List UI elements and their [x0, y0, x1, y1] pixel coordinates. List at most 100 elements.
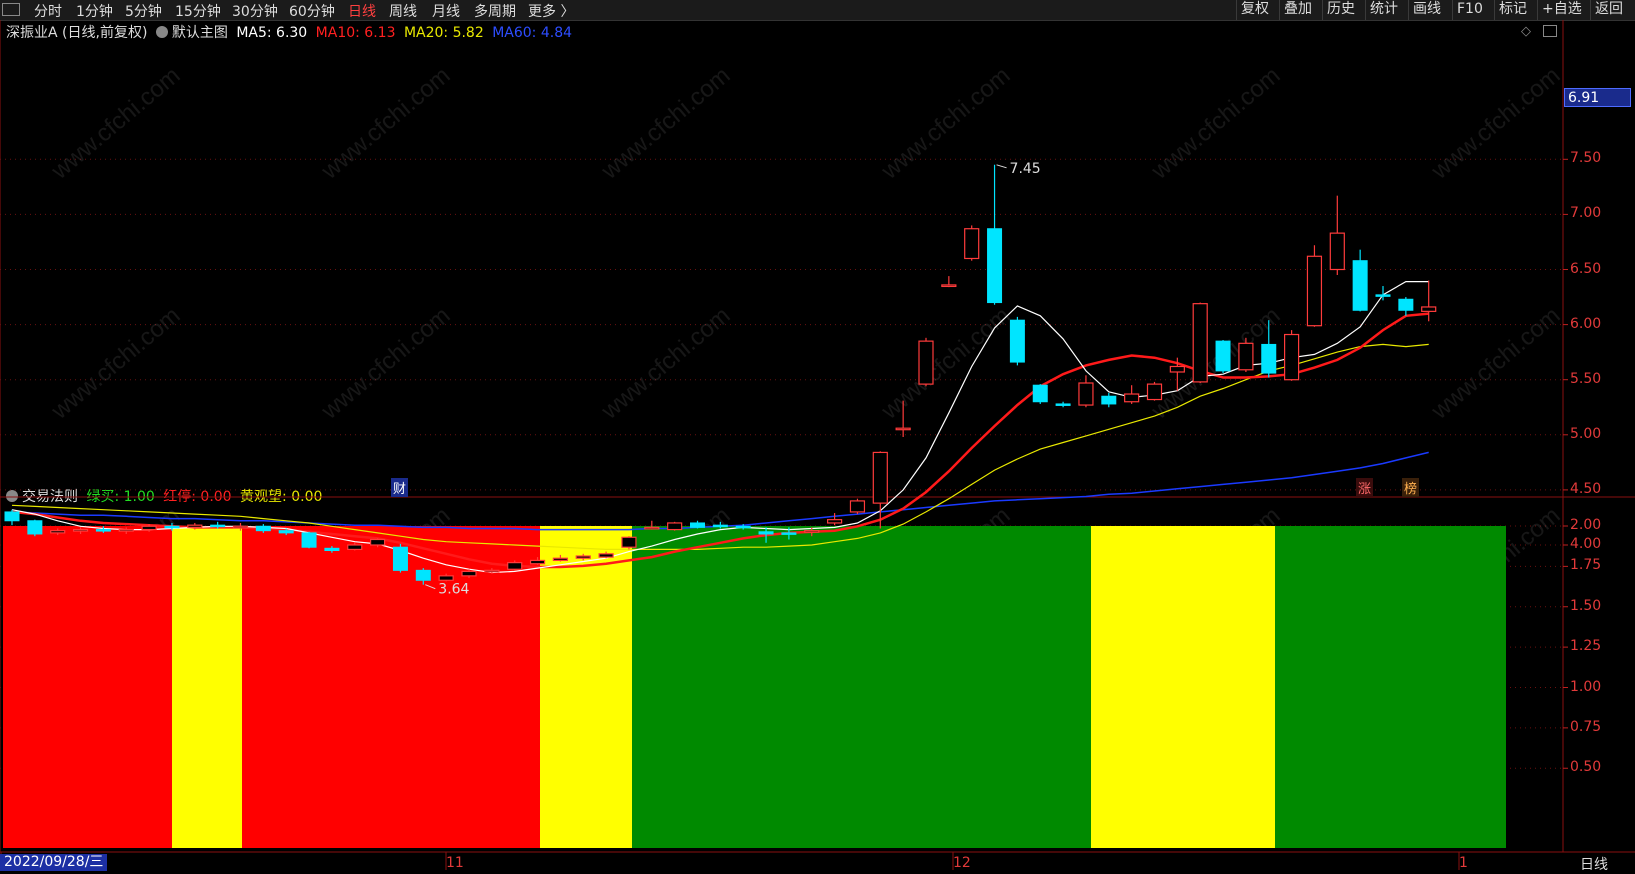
candle-body-up — [804, 530, 820, 533]
candle-body-up — [575, 555, 591, 559]
candle-body-down — [1215, 340, 1231, 372]
candle-body-down — [1352, 260, 1368, 311]
candle-body-down — [758, 531, 774, 535]
candle-body-up — [598, 553, 614, 558]
candle-body-down — [690, 522, 705, 528]
sub-y-tick-label: 1.00 — [1570, 678, 1602, 695]
month-tick-jan: 1 — [1459, 855, 1468, 871]
candle-body-down — [1398, 298, 1414, 311]
sub-y-tick-label: 0.50 — [1570, 759, 1602, 776]
ranking-marker[interactable]: 榜 — [1402, 478, 1420, 497]
candle-body-up — [872, 451, 888, 504]
candle-body-up — [1169, 365, 1185, 373]
candle-body-down — [4, 511, 20, 522]
candle-body-down — [301, 532, 317, 548]
candle-body-down — [210, 524, 226, 528]
candle-body-up — [849, 500, 866, 513]
main-y-tick-label: 6.50 — [1570, 260, 1602, 277]
candle-body-up — [370, 538, 386, 546]
candle-body-up — [141, 525, 157, 531]
indicator-segment-yellow — [1091, 526, 1275, 848]
candle-body-up — [826, 519, 843, 524]
candle-body-down — [415, 569, 431, 581]
candle-body-up — [895, 427, 911, 431]
candle-body-down — [164, 525, 180, 529]
main-y-tick-label: 5.50 — [1570, 370, 1602, 387]
candle-body-up — [50, 530, 66, 534]
candle-body-down — [1375, 294, 1391, 297]
indicator-segment-yellow — [172, 526, 242, 848]
start-date: 2022/09/28/三 — [0, 854, 108, 871]
candle-body-up — [1192, 303, 1208, 383]
candle-body-down — [781, 532, 797, 535]
candle-body-down — [392, 546, 408, 571]
low-price-label: 3.64 — [438, 582, 469, 598]
candle-body-down — [987, 228, 1003, 304]
sub-y-tick-label: 1.25 — [1570, 638, 1602, 655]
candle-body-down — [324, 547, 340, 552]
indicator-segment-yellow — [540, 526, 632, 848]
watermark-text: www.cfchi.com — [316, 62, 456, 185]
candle-body-down — [1032, 384, 1048, 403]
candle-body-down — [1261, 343, 1277, 374]
candle-body-up — [187, 524, 203, 528]
candle-body-up — [1283, 333, 1300, 381]
current-price-tag: 6.91 — [1564, 88, 1631, 107]
sub-y-tick-label: 1.75 — [1570, 557, 1602, 574]
period-label[interactable]: 日线 — [1580, 854, 1608, 874]
candle-body-up — [918, 340, 934, 385]
sub-y-tick-label: 2.00 — [1570, 517, 1602, 533]
candle-body-down — [1009, 319, 1025, 363]
candle-body-down — [712, 524, 728, 528]
candle-body-up — [621, 536, 637, 548]
candle-body-up — [667, 522, 683, 531]
kline-chart[interactable]: www.cfchi.com www.cfchi.com www.cfchi.com w… — [0, 0, 1635, 872]
limit-up-marker[interactable]: 涨 — [1356, 478, 1374, 497]
candle-body-down — [255, 525, 271, 532]
month-tick-nov: 11 — [446, 855, 464, 871]
main-y-tick-label: 7.00 — [1570, 205, 1602, 222]
watermark-text: www.cfchi.com — [46, 302, 186, 425]
candle-body-up — [644, 526, 660, 530]
candle-body-up — [1078, 382, 1094, 406]
watermark-text: www.cfchi.com — [876, 302, 1016, 425]
candle-body-up — [118, 528, 134, 532]
candle-body-up — [72, 528, 89, 532]
indicator-segment-green — [632, 526, 1091, 848]
candle-body-up — [552, 557, 569, 562]
candle-body-down — [95, 529, 111, 532]
candle-body-up — [1238, 342, 1254, 371]
high-pointer — [996, 164, 1007, 169]
candle-body-down — [1055, 403, 1071, 406]
candle-body-up — [964, 228, 980, 260]
main-y-tick-label: 5.00 — [1570, 425, 1602, 442]
main-y-tick-label: 7.50 — [1570, 150, 1602, 167]
sub-y-tick-label: 0.75 — [1570, 718, 1602, 735]
candle-body-up — [347, 544, 363, 551]
candle-body-up — [1306, 255, 1323, 327]
candle-body-down — [27, 520, 43, 535]
candle-body-up — [941, 284, 957, 288]
watermark-text: www.cfchi.com — [316, 302, 456, 425]
high-price-label: 7.45 — [1010, 161, 1041, 177]
indicator-segment-green — [1275, 526, 1506, 848]
main-y-tick-label: 4.50 — [1570, 480, 1602, 497]
candle-body-down — [735, 525, 751, 529]
candle-body-up — [1124, 393, 1140, 403]
candle-body-up — [1421, 306, 1437, 312]
watermark-text: www.cfchi.com — [596, 302, 736, 425]
watermark-text: www.cfchi.com — [46, 62, 186, 185]
watermark-text: www.cfchi.com — [1426, 62, 1566, 185]
candle-body-up — [461, 570, 477, 577]
watermark-text: www.cfchi.com — [1146, 62, 1286, 185]
candle-body-up — [484, 569, 500, 573]
candle-body-down — [1101, 395, 1117, 405]
main-y-tick-label: 6.00 — [1570, 315, 1602, 332]
candle-body-up — [232, 525, 249, 529]
candle-body-up — [507, 562, 523, 570]
month-tick-dec: 12 — [953, 855, 971, 871]
finance-marker[interactable]: 财 — [391, 478, 409, 497]
indicator-segment-red — [242, 526, 540, 848]
candle-body-up — [438, 575, 454, 581]
candle-body-up — [1146, 383, 1163, 401]
